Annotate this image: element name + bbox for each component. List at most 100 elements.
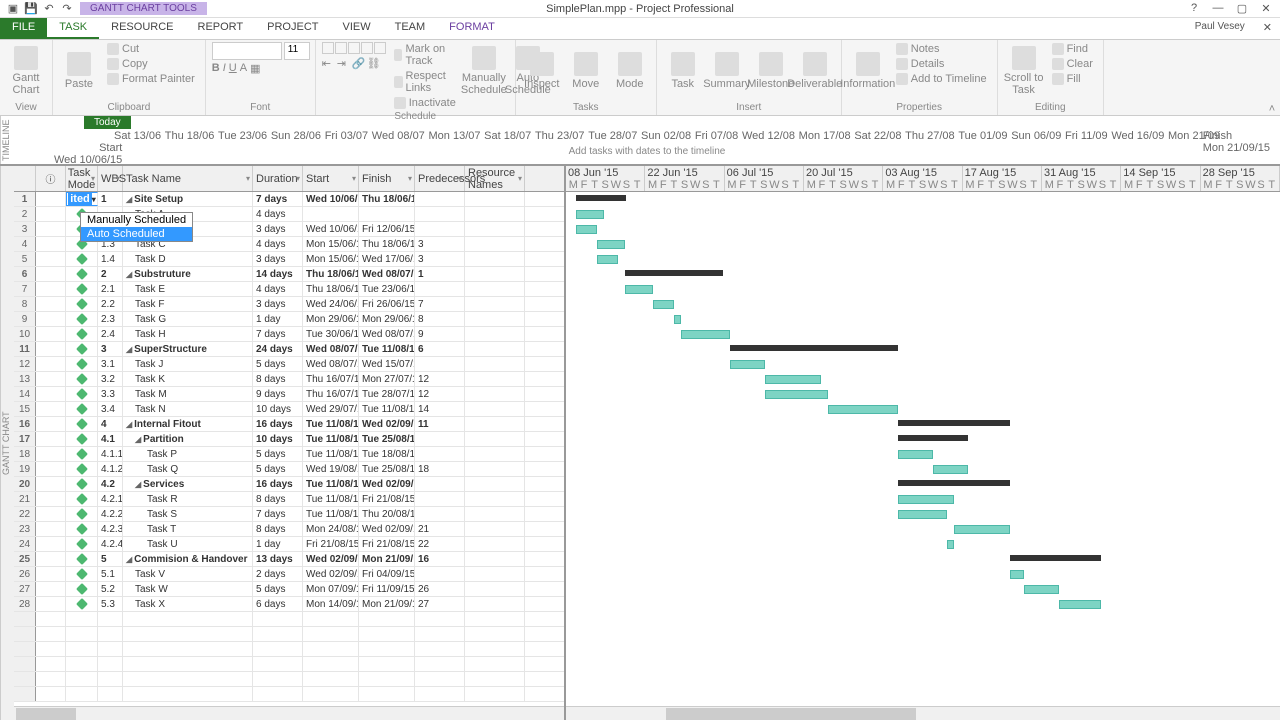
start-cell[interactable]: Mon 15/06/1 bbox=[303, 237, 359, 251]
res-cell[interactable] bbox=[465, 252, 525, 266]
tab-resource[interactable]: RESOURCE bbox=[99, 18, 185, 39]
row-number[interactable]: 17 bbox=[14, 432, 36, 446]
wbs-cell[interactable]: 5.3 bbox=[98, 597, 123, 611]
finish-cell[interactable]: Wed 17/06/1 bbox=[359, 252, 415, 266]
tab-task[interactable]: TASK bbox=[47, 18, 99, 39]
finish-cell[interactable]: Fri 04/09/15 bbox=[359, 567, 415, 581]
mark-on-track-button[interactable]: Mark on Track bbox=[390, 42, 460, 68]
start-cell[interactable]: Wed 02/09/ bbox=[303, 552, 359, 566]
help-icon[interactable]: ? bbox=[1186, 2, 1202, 15]
mode-cell[interactable] bbox=[66, 417, 98, 431]
res-cell[interactable] bbox=[465, 237, 525, 251]
tab-project[interactable]: PROJECT bbox=[255, 18, 330, 39]
wbs-cell[interactable]: 4.2.2 bbox=[98, 507, 123, 521]
start-cell[interactable]: Tue 11/08/1 bbox=[303, 477, 359, 491]
table-row[interactable]: 285.3Task X6 daysMon 14/09/1Mon 21/09/12… bbox=[14, 597, 564, 612]
row-number[interactable]: 11 bbox=[14, 342, 36, 356]
pred-cell[interactable]: 18 bbox=[415, 462, 465, 476]
col-mode[interactable]: Task Mode▾ bbox=[66, 166, 98, 191]
info-cell[interactable] bbox=[36, 522, 66, 536]
respect-links-button[interactable]: Respect Links bbox=[390, 69, 460, 95]
pred-cell[interactable]: 26 bbox=[415, 582, 465, 596]
info-cell[interactable] bbox=[36, 387, 66, 401]
col-name[interactable]: Task Name▾ bbox=[123, 166, 253, 191]
pred-cell[interactable]: 1 bbox=[415, 267, 465, 281]
info-cell[interactable] bbox=[36, 342, 66, 356]
duration-cell[interactable]: 4 days bbox=[253, 207, 303, 221]
table-row[interactable]: 194.1.2Task Q5 daysWed 19/08/1Tue 25/08/… bbox=[14, 462, 564, 477]
duration-cell[interactable]: 14 days bbox=[253, 267, 303, 281]
finish-cell[interactable]: Tue 25/08/1 bbox=[359, 432, 415, 446]
res-cell[interactable] bbox=[465, 387, 525, 401]
row-number[interactable]: 22 bbox=[14, 507, 36, 521]
row-number[interactable]: 23 bbox=[14, 522, 36, 536]
pred-cell[interactable] bbox=[415, 492, 465, 506]
duration-cell[interactable]: 16 days bbox=[253, 417, 303, 431]
info-cell[interactable] bbox=[36, 312, 66, 326]
mode-cell[interactable] bbox=[66, 282, 98, 296]
wbs-cell[interactable]: 3.3 bbox=[98, 387, 123, 401]
duration-cell[interactable]: 8 days bbox=[253, 492, 303, 506]
info-cell[interactable] bbox=[36, 582, 66, 596]
summary-bar[interactable] bbox=[898, 435, 968, 441]
wbs-cell[interactable]: 2.1 bbox=[98, 282, 123, 296]
task-bar[interactable] bbox=[576, 225, 597, 234]
tab-report[interactable]: REPORT bbox=[186, 18, 256, 39]
name-cell[interactable]: ◢Site Setup bbox=[123, 192, 253, 206]
info-cell[interactable] bbox=[36, 477, 66, 491]
table-row[interactable]: 123.1Task J5 daysWed 08/07/1Wed 15/07/1 bbox=[14, 357, 564, 372]
start-cell[interactable]: Wed 19/08/1 bbox=[303, 462, 359, 476]
duration-cell[interactable]: 1 day bbox=[253, 312, 303, 326]
finish-cell[interactable]: Mon 21/09/1 bbox=[359, 597, 415, 611]
start-cell[interactable]: Wed 10/06/ bbox=[303, 192, 359, 206]
pred-cell[interactable] bbox=[415, 282, 465, 296]
row-number[interactable]: 2 bbox=[14, 207, 36, 221]
table-row-empty[interactable] bbox=[14, 612, 564, 627]
name-cell[interactable]: Task E bbox=[123, 282, 253, 296]
collapse-ribbon-icon[interactable]: ˄ bbox=[1264, 40, 1280, 115]
name-cell[interactable]: Task X bbox=[123, 597, 253, 611]
table-row[interactable]: 72.1Task E4 daysThu 18/06/1Tue 23/06/1 bbox=[14, 282, 564, 297]
pred-cell[interactable] bbox=[415, 432, 465, 446]
font-family-select[interactable] bbox=[212, 42, 282, 60]
info-cell[interactable] bbox=[36, 222, 66, 236]
mode-cell[interactable] bbox=[66, 387, 98, 401]
finish-cell[interactable] bbox=[359, 207, 415, 221]
task-bar[interactable] bbox=[1059, 600, 1101, 609]
task-bar[interactable] bbox=[1024, 585, 1059, 594]
name-cell[interactable]: Task T bbox=[123, 522, 253, 536]
row-number[interactable]: 7 bbox=[14, 282, 36, 296]
start-cell[interactable]: Mon 24/08/1 bbox=[303, 522, 359, 536]
pred-cell[interactable]: 22 bbox=[415, 537, 465, 551]
duration-cell[interactable]: 5 days bbox=[253, 447, 303, 461]
name-cell[interactable]: Task Q bbox=[123, 462, 253, 476]
notes-button[interactable]: Notes bbox=[892, 42, 991, 56]
start-cell[interactable]: Fri 21/08/15 bbox=[303, 537, 359, 551]
name-cell[interactable]: Task J bbox=[123, 357, 253, 371]
row-number[interactable]: 6 bbox=[14, 267, 36, 281]
res-cell[interactable] bbox=[465, 297, 525, 311]
info-cell[interactable] bbox=[36, 462, 66, 476]
dropdown-option-manual[interactable]: Manually Scheduled bbox=[81, 213, 192, 227]
name-cell[interactable]: Task N bbox=[123, 402, 253, 416]
duration-cell[interactable]: 4 days bbox=[253, 237, 303, 251]
mode-button[interactable]: Mode bbox=[610, 42, 650, 100]
format-tab[interactable]: FORMAT bbox=[437, 18, 507, 39]
finish-cell[interactable]: Wed 02/09/1 bbox=[359, 522, 415, 536]
summary-button[interactable]: Summary bbox=[707, 42, 747, 100]
task-bar[interactable] bbox=[765, 390, 828, 399]
col-pred[interactable]: Predecessors▾ bbox=[415, 166, 465, 191]
name-cell[interactable]: Task S bbox=[123, 507, 253, 521]
name-cell[interactable]: Task R bbox=[123, 492, 253, 506]
wbs-cell[interactable]: 5.1 bbox=[98, 567, 123, 581]
pct-0-button[interactable] bbox=[322, 42, 334, 54]
table-row[interactable]: 174.1◢Partition10 daysTue 11/08/1Tue 25/… bbox=[14, 432, 564, 447]
copy-button[interactable]: Copy bbox=[103, 57, 199, 71]
col-wbs[interactable]: WBS▾ bbox=[98, 166, 123, 191]
duration-cell[interactable]: 7 days bbox=[253, 507, 303, 521]
start-cell[interactable]: Mon 14/09/1 bbox=[303, 597, 359, 611]
duration-cell[interactable]: 10 days bbox=[253, 402, 303, 416]
res-cell[interactable] bbox=[465, 492, 525, 506]
start-cell[interactable]: Tue 11/08/1 bbox=[303, 417, 359, 431]
gantt-chart-button[interactable]: Gantt Chart bbox=[6, 42, 46, 100]
